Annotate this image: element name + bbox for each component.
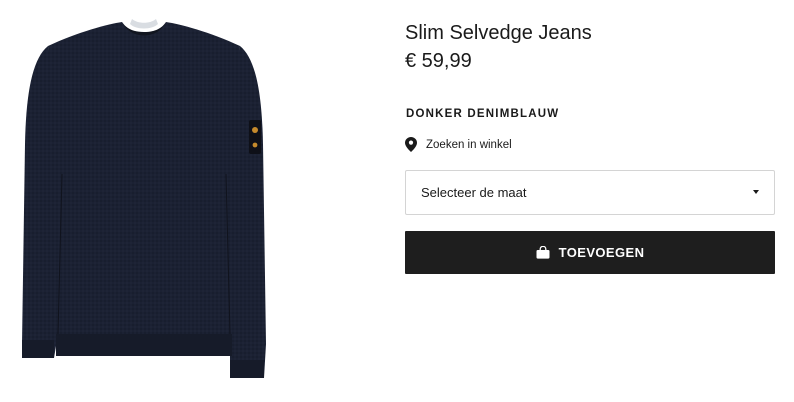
find-in-store-label[interactable]: Zoeken in winkel xyxy=(426,139,512,151)
product-price: € 59,99 xyxy=(405,50,472,72)
shopping-bag-icon xyxy=(536,246,550,259)
add-to-cart-label: TOEVOEGEN xyxy=(558,245,645,260)
add-to-cart-button[interactable]: TOEVOEGEN xyxy=(405,231,775,274)
size-select-value: Selecteer de maat xyxy=(421,185,527,200)
sweater-illustration xyxy=(22,19,266,378)
map-pin-icon xyxy=(405,137,417,152)
product-color-name: DONKER DENIMBLAUW xyxy=(406,108,560,120)
find-in-store-link[interactable]: Zoeken in winkel xyxy=(405,137,512,152)
product-image[interactable] xyxy=(18,14,270,384)
chevron-down-icon xyxy=(753,190,759,194)
size-select[interactable]: Selecteer de maat xyxy=(405,170,775,215)
product-title: Slim Selvedge Jeans xyxy=(405,22,592,44)
